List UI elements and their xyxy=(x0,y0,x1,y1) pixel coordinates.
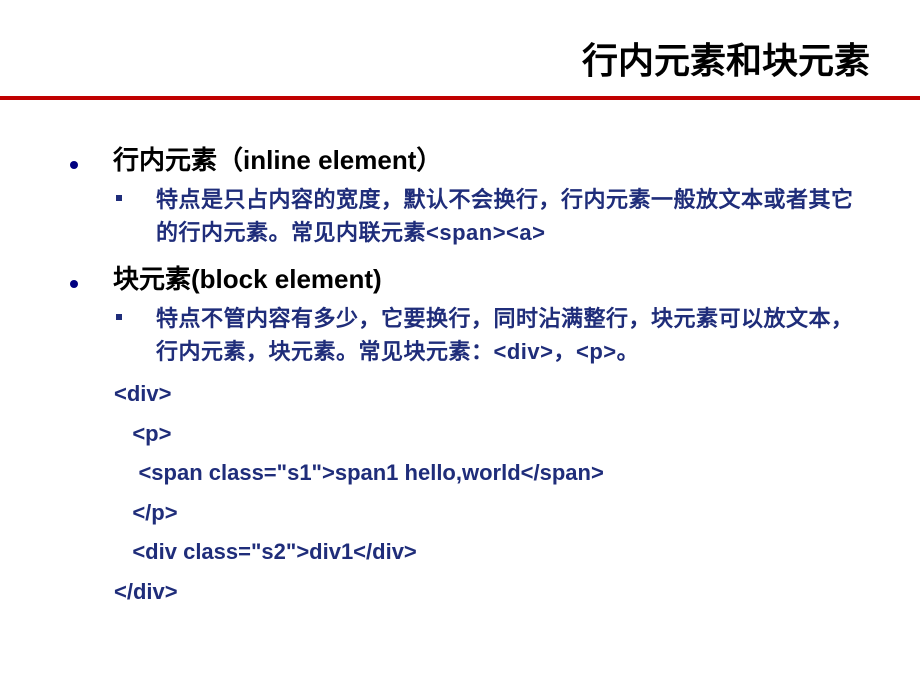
code-line-2: <p> xyxy=(114,414,870,454)
slide-title: 行内元素和块元素 xyxy=(0,32,870,84)
section-1-body: 特点是只占内容的宽度，默认不会换行，行内元素一般放文本或者其它的行内元素。常见内… xyxy=(156,183,870,249)
section-1-heading: 行内元素（inline element） xyxy=(113,140,442,177)
code-line-6: </div> xyxy=(114,572,870,612)
section-2-body: 特点不管内容有多少，它要换行，同时沾满整行，块元素可以放文本，行内元素，块元素。… xyxy=(156,302,870,368)
section-2: 块元素(block element) xyxy=(70,259,870,296)
sub-bullet-icon xyxy=(116,314,122,320)
section-2-heading: 块元素(block element) xyxy=(113,259,382,296)
sub-bullet-icon xyxy=(116,195,122,201)
section-1: 行内元素（inline element） xyxy=(70,140,870,177)
section-2-body-row: 特点不管内容有多少，它要换行，同时沾满整行，块元素可以放文本，行内元素，块元素。… xyxy=(116,302,870,368)
section-1-body-row: 特点是只占内容的宽度，默认不会换行，行内元素一般放文本或者其它的行内元素。常见内… xyxy=(116,183,870,249)
code-line-4: </p> xyxy=(114,493,870,533)
code-line-1: <div> xyxy=(114,374,870,414)
code-line-3: <span class="s1">span1 hello,world</span… xyxy=(114,453,870,493)
slide-header: 行内元素和块元素 xyxy=(0,0,920,96)
bullet-icon xyxy=(70,280,78,288)
code-example: <div> <p> <span class="s1">span1 hello,w… xyxy=(114,374,870,612)
code-line-5: <div class="s2">div1</div> xyxy=(114,532,870,572)
slide-content: 行内元素（inline element） 特点是只占内容的宽度，默认不会换行，行… xyxy=(0,100,920,612)
bullet-icon xyxy=(70,161,78,169)
